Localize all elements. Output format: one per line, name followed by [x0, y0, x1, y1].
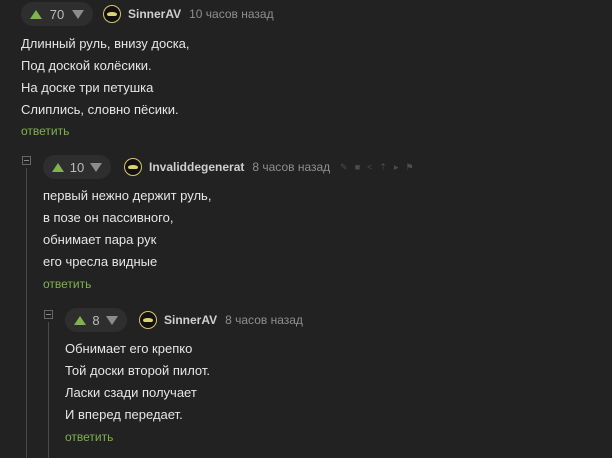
author-name[interactable]: SinnerAV	[164, 313, 217, 327]
share-icon[interactable]: <	[367, 162, 372, 172]
comment-line: Длинный руль, внизу доска,	[21, 36, 190, 51]
comment-line: его чресла видные	[43, 254, 158, 269]
save-icon[interactable]: ■	[355, 162, 360, 172]
avatar[interactable]	[139, 311, 157, 329]
comment-line: первый нежно держит руль,	[43, 188, 212, 203]
rating-control: 70	[21, 2, 93, 26]
reply-link[interactable]: ответить	[43, 277, 91, 291]
comment-line: обнимает пара рук	[43, 232, 157, 247]
rating-score: 70	[49, 6, 65, 22]
reply-link[interactable]: ответить	[21, 124, 69, 138]
thread-line[interactable]	[48, 322, 49, 458]
comment-body: первый нежно держит руль, в позе он пасс…	[43, 185, 211, 273]
avatar[interactable]	[103, 5, 121, 23]
comment-line: Под доской колёсики.	[21, 58, 152, 73]
comment-body: Обнимает его крепко Той доски второй пил…	[65, 338, 210, 426]
comment-line: И вперед передает.	[65, 407, 183, 422]
comment-line: в позе он пассивного,	[43, 210, 174, 225]
downvote-icon[interactable]	[105, 315, 118, 325]
upvote-icon[interactable]	[30, 9, 42, 19]
upvote-icon[interactable]	[52, 162, 64, 172]
author-name[interactable]: Invaliddegenerat	[149, 160, 244, 174]
comment-line: На доске три петушка	[21, 80, 154, 95]
reply-link[interactable]: ответить	[65, 430, 113, 444]
comment-line: Той доски второй пилот.	[65, 363, 210, 378]
avatar[interactable]	[124, 158, 142, 176]
comment-time[interactable]: 10 часов назад	[189, 7, 273, 21]
comment-line: Обнимает его крепко	[65, 341, 193, 356]
comment-body: Длинный руль, внизу доска, Под доской ко…	[21, 33, 190, 121]
thread-line[interactable]	[26, 168, 27, 458]
comment-header: 8 SinnerAV 8 часов назад	[65, 308, 303, 332]
comment-header: 70 SinnerAV 10 часов назад	[21, 2, 274, 26]
collapse-thread-icon[interactable]	[44, 310, 53, 319]
downvote-icon[interactable]	[90, 162, 102, 172]
rating-control: 8	[65, 308, 127, 332]
comment-line: Ласки сзади получает	[65, 385, 197, 400]
comment-actions: ✎ ■ < ⇡ ▸ ⚑	[340, 162, 413, 172]
edit-icon[interactable]: ✎	[340, 162, 348, 172]
author-name[interactable]: SinnerAV	[128, 7, 181, 21]
comment-header: 10 Invaliddegenerat 8 часов назад ✎ ■ < …	[43, 155, 414, 179]
downvote-icon[interactable]	[72, 9, 84, 19]
upvote-icon[interactable]	[74, 315, 86, 325]
collapse-thread-icon[interactable]	[22, 156, 31, 165]
pointer-icon[interactable]: ▸	[394, 162, 399, 172]
comment-time[interactable]: 8 часов назад	[252, 160, 330, 174]
comment-time[interactable]: 8 часов назад	[225, 313, 303, 327]
rating-control: 10	[43, 155, 111, 179]
rating-score: 8	[92, 312, 100, 328]
rating-score: 10	[69, 159, 85, 175]
comment-line: Слиплись, словно пёсики.	[21, 102, 179, 117]
pin-icon[interactable]: ⇡	[379, 162, 387, 172]
flag-icon[interactable]: ⚑	[406, 162, 414, 172]
